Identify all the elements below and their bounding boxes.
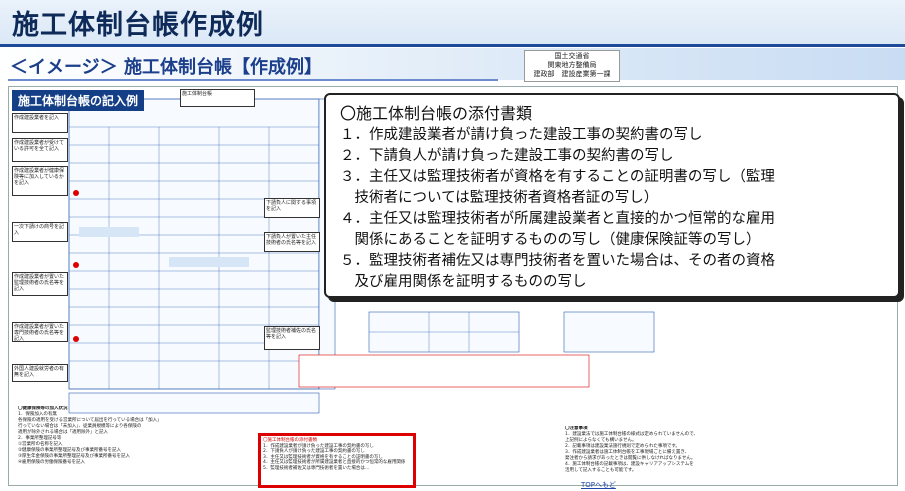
caution-note-line: 活用して記入することも可能です。 [565,468,637,473]
agency-line-1: 国土交通省 [554,52,590,60]
left-note-1: 作成建設業者を記入 [12,113,68,133]
left-note-4: 一次下請けの商号を記入 [12,222,68,242]
left-note-2: 作成建設業者が受けている許可を全て記入 [12,138,68,162]
insurance-note-line: ④雇用保険の労働保険番号を記入 [18,460,86,465]
subtitle-main: 施工体制台帳【作成例】 [124,57,322,78]
right-note-2: 下請負人が置いた主任技術者の氏名等を記入 [264,232,320,252]
right-note-3: 監理技術者補佐の氏名等を記入 [264,326,320,350]
subtitle-prefix: ＜イメージ＞ [10,57,118,78]
attachment-item-cont: 技術者については監理技術者資格者証の写し） [340,190,659,206]
caution-notes: 〇注意事項 1．建設業法では施工体制台帳の様式は定められていませんので、 上記例… [565,426,805,482]
attachments-callout: 〇施工体制台帳の添付書類 1．作成建設業者が請け負った建設工事の契約書の写し 2… [258,433,416,488]
left-note-3: 作成建設業者が健康保険等に加入しているかを記入 [12,166,68,196]
agency-box: 国土交通省 関東地方整備局 建政部 建設産業第一課 [524,50,620,82]
page-title: 施工体制台帳作成例 [12,10,264,41]
callout-line: 5．監理技術者補佐又は専門技術者を置いた場合は… [263,465,370,471]
attachment-item: ２．下請負人が請け負った建設工事の契約書の写し [340,148,674,164]
form-label: 施工体制台帳の記入例 [12,90,145,111]
attachment-item-cont: 及び雇用関係を証明するものの写し [340,274,587,290]
agency-line-2: 関東地方整備局 [547,61,597,69]
right-note-1: 下請負人に関する事項を記入 [264,198,320,218]
attachment-item-cont: 関係にあることを証明するものの写し（健康保険証等の写し） [340,232,761,248]
title-rule [0,44,905,47]
agency-line-3: 建政部 建設産業第一課 [533,70,611,78]
attachment-item: １．作成建設業者が請け負った建設工事の契約書の写し [340,127,703,143]
left-note-7: 外国人建設就労者の有無を記入 [12,364,68,382]
attachment-item: ５．監理技術者補佐又は専門技術者を置いた場合は、その者の資格 [340,253,775,269]
form-title-note: 施工体制台帳 [180,89,255,107]
insurance-notes: 〇健康保険等の加入状況 1．保険加入の有無 各保険の適用を受ける営業所について届… [18,406,248,486]
attachments-panel: 〇施工体制台帳の添付書類 １．作成建設業者が請け負った建設工事の契約書の写し ２… [324,93,900,298]
attachment-item: ３．主任又は監理技術者が資格を有することの証明書の写し（監理 [340,169,775,185]
attachment-item: ４．主任又は監理技術者が所属建設業者と直接的かつ恒常的な雇用 [340,211,775,227]
callout-line: 4．主任又は監理技術者が所属建設業者と直接的かつ恒常的な雇用関係 [263,460,406,465]
left-note-5: 作成建設業者が置いた監理技術者の氏名等を記入 [12,272,68,296]
slide: 施工体制台帳作成例 ＜イメージ＞ 施工体制台帳【作成例】 国土交通省 関東地方整… [0,0,905,491]
attachments-heading: 〇施工体制台帳の添付書類 [340,104,533,123]
subtitle-underline [8,79,498,81]
back-to-top-link[interactable]: TOPへもど [581,480,616,490]
left-note-6: 作成建設業者が置いた専門技術者の氏名等を記入 [12,322,68,342]
